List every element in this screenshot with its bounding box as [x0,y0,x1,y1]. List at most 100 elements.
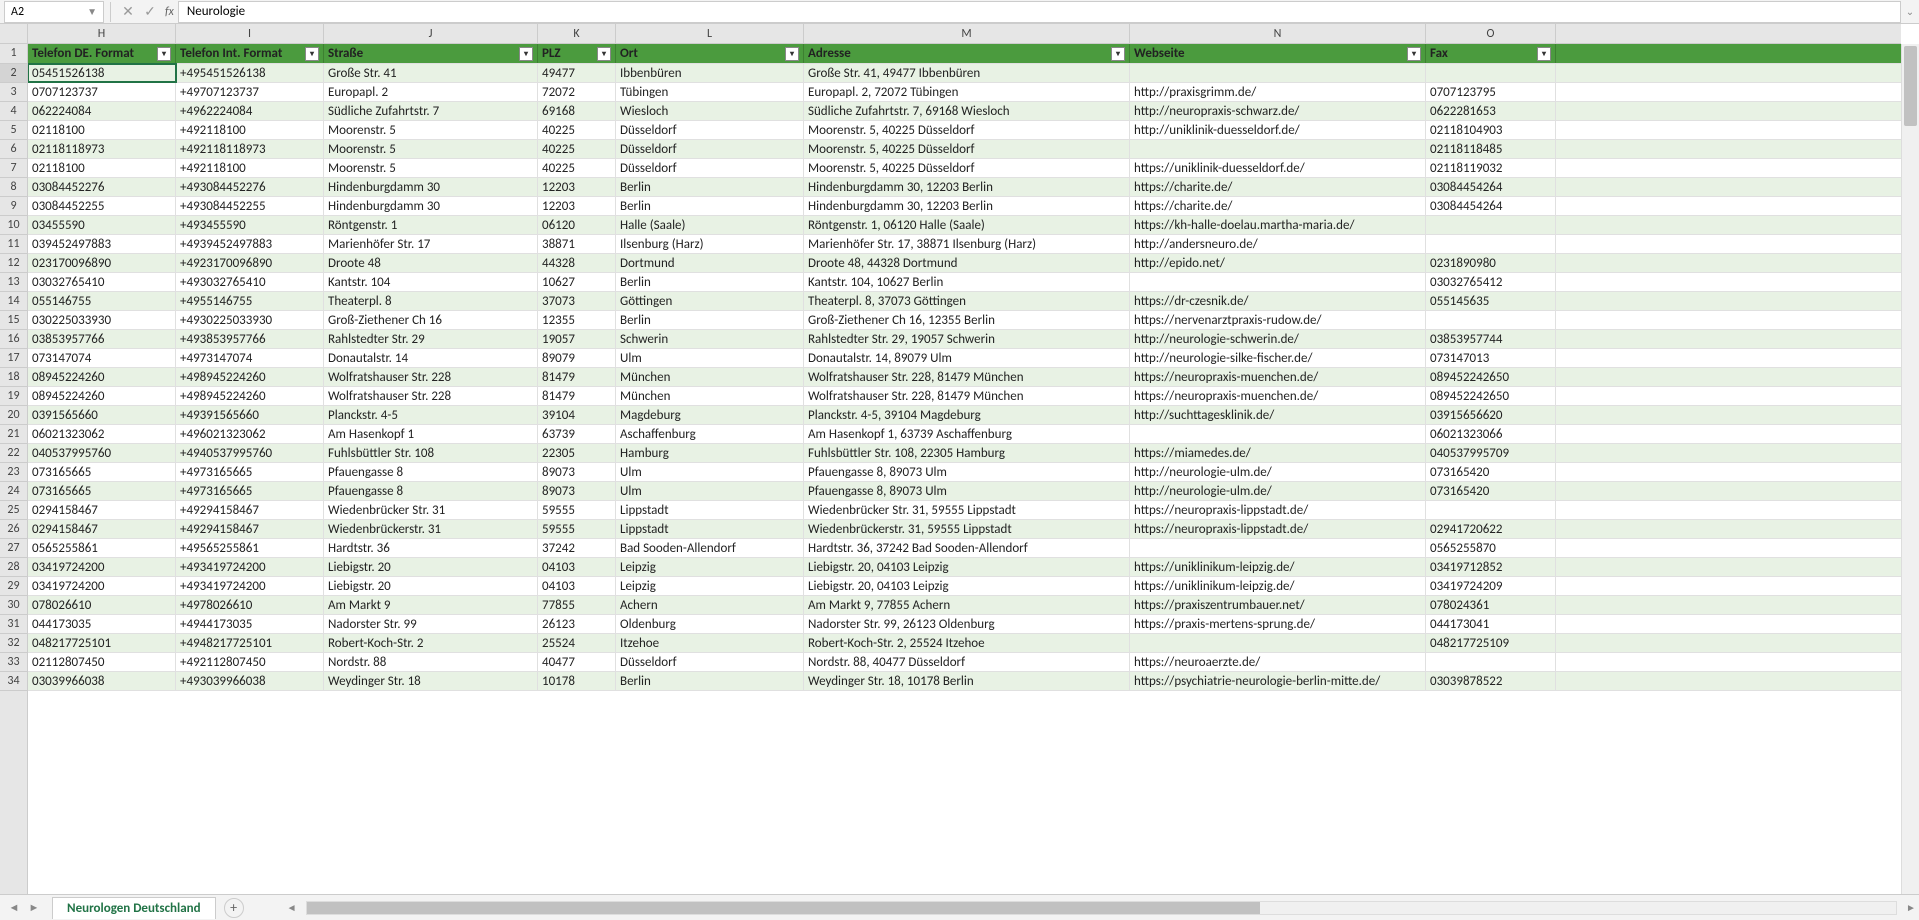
cell[interactable]: +49294158467 [176,520,324,538]
cell[interactable]: Weydinger Str. 18, 10178 Berlin [804,672,1130,690]
cell[interactable] [1426,64,1556,82]
filter-dropdown-icon[interactable]: ▾ [1407,47,1421,61]
column-header-cell[interactable]: Telefon Int. Format▾ [176,44,324,63]
cell[interactable]: +4973147074 [176,349,324,367]
cell[interactable]: 048217725109 [1426,634,1556,652]
cell[interactable]: Ilsenburg (Harz) [616,235,804,253]
cell[interactable]: 06021323066 [1426,425,1556,443]
cell[interactable]: Pfauengasse 8, 89073 Ulm [804,482,1130,500]
cell[interactable]: https://kh-halle-doelau.martha-maria.de/ [1130,216,1426,234]
cell[interactable]: Südliche Zufahrtstr. 7, 69168 Wiesloch [804,102,1130,120]
cell[interactable]: +4973165665 [176,482,324,500]
cell[interactable]: https://praxis-mertens-sprung.de/ [1130,615,1426,633]
cell[interactable]: 81479 [538,368,616,386]
row-header[interactable]: 4 [0,102,27,121]
cell[interactable]: 10178 [538,672,616,690]
cell[interactable]: Oldenburg [616,615,804,633]
cell[interactable]: 0565255861 [28,539,176,557]
cell[interactable]: +492118100 [176,121,324,139]
cell[interactable]: Halle (Saale) [616,216,804,234]
filter-dropdown-icon[interactable]: ▾ [305,47,319,61]
cell[interactable]: 26123 [538,615,616,633]
row-header[interactable]: 5 [0,121,27,140]
cell[interactable]: 02118104903 [1426,121,1556,139]
cell[interactable]: 03032765410 [28,273,176,291]
cell[interactable]: Itzehoe [616,634,804,652]
cell[interactable]: 77855 [538,596,616,614]
cell[interactable]: 073147074 [28,349,176,367]
cell[interactable]: http://neurologie-silke-fischer.de/ [1130,349,1426,367]
vertical-scrollbar[interactable] [1901,44,1919,894]
row-header[interactable]: 34 [0,672,27,691]
cell[interactable]: Donautalstr. 14, 89079 Ulm [804,349,1130,367]
cell[interactable]: 44328 [538,254,616,272]
cell[interactable]: 02118100 [28,121,176,139]
cell[interactable]: Südliche Zufahrtstr. 7 [324,102,538,120]
cell[interactable]: http://suchttagesklinik.de/ [1130,406,1426,424]
cell[interactable]: Ulm [616,482,804,500]
cell[interactable]: 03455590 [28,216,176,234]
cell[interactable]: Pfauengasse 8 [324,482,538,500]
cell[interactable]: +498945224260 [176,387,324,405]
cell[interactable]: Weydinger Str. 18 [324,672,538,690]
cell[interactable]: 055146755 [28,292,176,310]
cell[interactable]: 89073 [538,463,616,481]
cell[interactable]: +4962224084 [176,102,324,120]
cell[interactable]: Große Str. 41, 49477 Ibbenbüren [804,64,1130,82]
cell[interactable]: 03039966038 [28,672,176,690]
cell[interactable]: 89079 [538,349,616,367]
cell[interactable]: Planckstr. 4-5, 39104 Magdeburg [804,406,1130,424]
row-header[interactable]: 32 [0,634,27,653]
cell[interactable]: 03853957766 [28,330,176,348]
cell[interactable]: 03419724209 [1426,577,1556,595]
cell[interactable]: Lippstadt [616,501,804,519]
cell[interactable]: 0391565660 [28,406,176,424]
cell[interactable]: Leipzig [616,558,804,576]
cell[interactable]: https://nervenarztpraxis-rudow.de/ [1130,311,1426,329]
cell[interactable]: Röntgenstr. 1, 06120 Halle (Saale) [804,216,1130,234]
cell[interactable]: 38871 [538,235,616,253]
cell[interactable]: 69168 [538,102,616,120]
cell[interactable]: +4955146755 [176,292,324,310]
cell[interactable]: 40225 [538,140,616,158]
column-header-cell[interactable]: Webseite▾ [1130,44,1426,63]
cell[interactable]: Am Markt 9, 77855 Achern [804,596,1130,614]
cell[interactable]: 03084454264 [1426,178,1556,196]
cell[interactable]: Am Hasenkopf 1, 63739 Aschaffenburg [804,425,1130,443]
cell[interactable]: Am Hasenkopf 1 [324,425,538,443]
cell[interactable]: 0231890980 [1426,254,1556,272]
cell[interactable]: Ulm [616,463,804,481]
cell[interactable]: 030225033930 [28,311,176,329]
add-sheet-button[interactable]: + [224,898,244,918]
cell[interactable]: https://uniklinik-duesseldorf.de/ [1130,159,1426,177]
cell[interactable]: Düsseldorf [616,121,804,139]
cell[interactable]: 048217725101 [28,634,176,652]
cell[interactable]: http://neurologie-ulm.de/ [1130,482,1426,500]
cell[interactable]: Kantstr. 104, 10627 Berlin [804,273,1130,291]
cell[interactable]: 03419724200 [28,577,176,595]
cell[interactable]: Ibbenbüren [616,64,804,82]
column-header[interactable]: I [176,24,324,43]
fx-icon[interactable]: fx [165,5,174,19]
cell[interactable]: Wolfratshauser Str. 228, 81479 München [804,368,1130,386]
cell[interactable]: +49707123737 [176,83,324,101]
cell[interactable]: +495451526138 [176,64,324,82]
column-header-cell[interactable]: Adresse▾ [804,44,1130,63]
accept-formula-button[interactable]: ✓ [139,1,161,23]
cell[interactable] [1130,140,1426,158]
cell[interactable] [1426,235,1556,253]
name-box[interactable]: A2 ▼ [4,1,104,23]
cell[interactable]: 06021323062 [28,425,176,443]
cell[interactable]: http://uniklinik-duesseldorf.de/ [1130,121,1426,139]
select-all-corner[interactable] [0,24,28,44]
cell[interactable]: Düsseldorf [616,140,804,158]
cell[interactable]: 59555 [538,501,616,519]
cell[interactable]: Marienhöfer Str. 17, 38871 Ilsenburg (Ha… [804,235,1130,253]
cell[interactable]: Achern [616,596,804,614]
cell[interactable]: https://uniklinikum-leipzig.de/ [1130,558,1426,576]
cell[interactable]: 39104 [538,406,616,424]
cell[interactable] [1130,634,1426,652]
cell[interactable]: Fuhlsbüttler Str. 108 [324,444,538,462]
cell[interactable]: Liebigstr. 20 [324,558,538,576]
cell[interactable]: Moorenstr. 5 [324,121,538,139]
